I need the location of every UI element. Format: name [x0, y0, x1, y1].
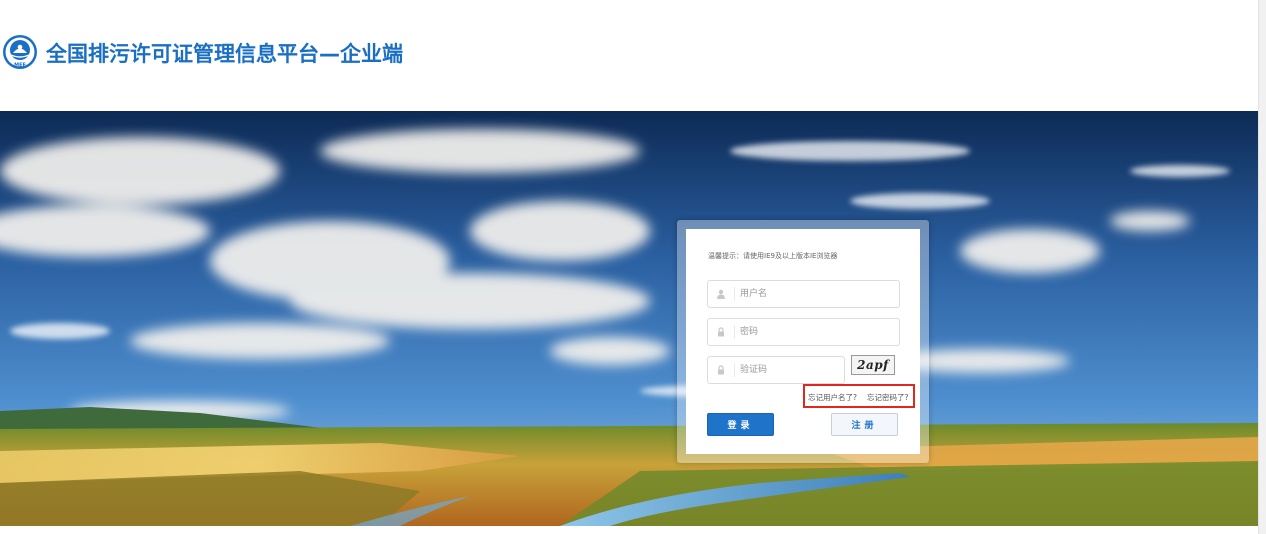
lock-icon	[708, 357, 734, 383]
field-separator	[734, 325, 735, 339]
ministry-emblem-icon: MEE	[2, 32, 38, 72]
forgot-username-link[interactable]: 忘记用户名了?	[808, 392, 857, 403]
field-separator	[734, 363, 735, 377]
username-field[interactable]	[707, 280, 900, 308]
page-scrollbar[interactable]	[1258, 0, 1266, 534]
login-button[interactable]: 登录	[707, 413, 774, 436]
login-form: 温馨提示：请使用IE9及以上版本IE浏览器 用户名 验证码 2apf 忘记用户名…	[686, 229, 920, 454]
logo-text: MEE	[14, 63, 26, 69]
header: MEE 全国排污许可证管理信息平台—企业端	[0, 0, 1258, 110]
browser-tip: 温馨提示：请使用IE9及以上版本IE浏览器	[708, 252, 838, 260]
site-title: 全国排污许可证管理信息平台—企业端	[46, 42, 403, 66]
lock-icon	[708, 319, 734, 345]
username-input[interactable]	[740, 285, 890, 303]
register-button[interactable]: 注册	[831, 413, 898, 436]
login-page: MEE 全国排污许可证管理信息平台—企业端 温馨提示：请使用IE9及以上版本IE…	[0, 0, 1266, 534]
field-separator	[734, 287, 735, 301]
captcha-input[interactable]	[740, 361, 835, 379]
login-panel: 温馨提示：请使用IE9及以上版本IE浏览器 用户名 验证码 2apf 忘记用户名…	[677, 220, 929, 463]
password-field[interactable]	[707, 318, 900, 346]
hero-landscape-image	[0, 111, 1258, 526]
password-input[interactable]	[740, 323, 890, 341]
forgot-links-highlight: 忘记用户名了? 忘记密码了?	[803, 384, 915, 408]
user-icon	[708, 281, 734, 307]
forgot-password-link[interactable]: 忘记密码了?	[867, 392, 908, 403]
captcha-image[interactable]: 2apf	[851, 355, 895, 375]
captcha-field[interactable]	[707, 356, 845, 384]
